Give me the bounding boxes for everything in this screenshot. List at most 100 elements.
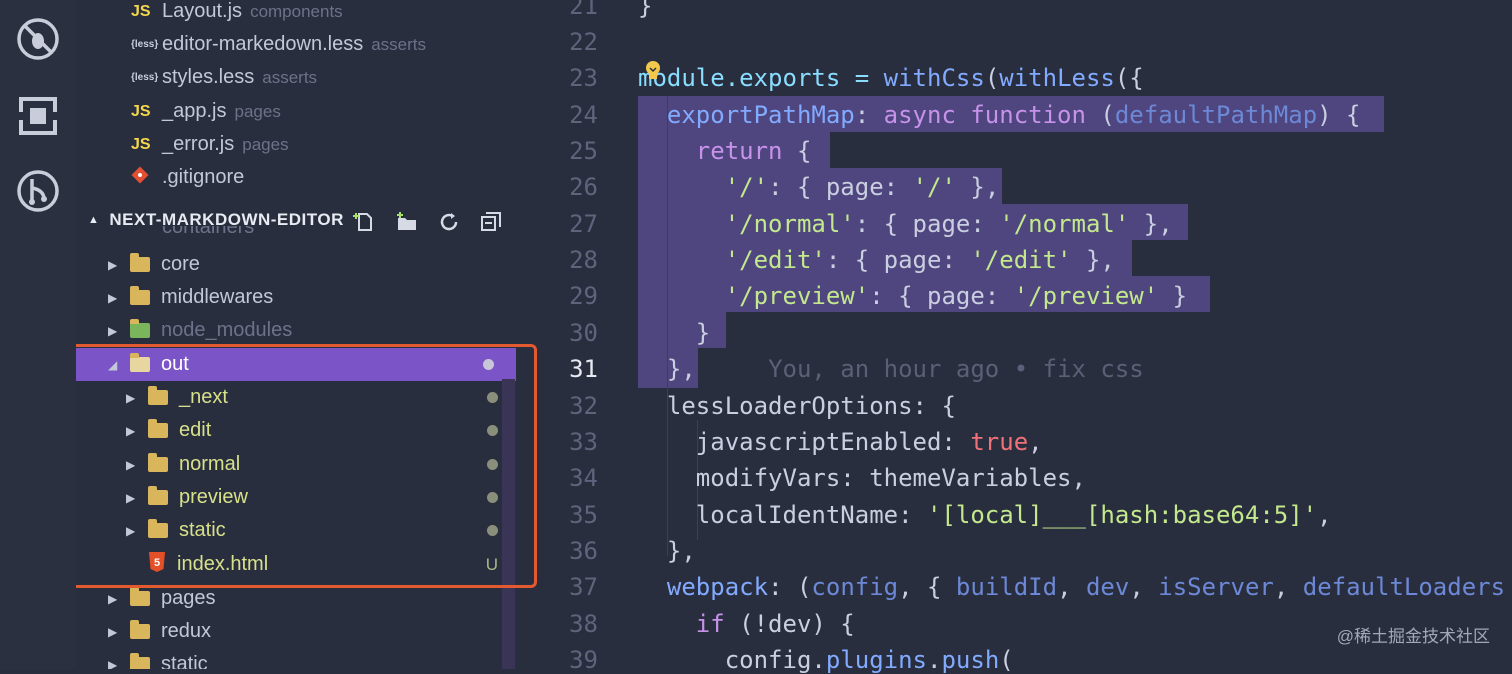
git-status-dot — [487, 492, 498, 503]
file-item[interactable]: JS _app.js pages — [131, 95, 554, 128]
code-token: } — [638, 0, 653, 20]
file-item[interactable]: {less} styles.less asserts — [131, 61, 554, 94]
folder-icon — [130, 587, 150, 606]
code-token: '/normal' — [999, 210, 1130, 238]
collapse-arrow-icon: ▲ — [88, 214, 100, 226]
activity-bar — [0, 0, 76, 669]
svg-text:5: 5 — [154, 557, 160, 569]
file-item[interactable]: JS Layout.js components — [131, 0, 554, 28]
tree-folder[interactable]: ▶ normal — [126, 448, 498, 481]
code-token: defaultPathMap — [1114, 101, 1318, 129]
tree-folder[interactable]: ▶ _next — [126, 381, 498, 414]
line-number: 36 — [569, 537, 598, 565]
line-number: 26 — [569, 173, 598, 201]
line-number: 33 — [569, 428, 598, 456]
code-token: '/edit' — [970, 246, 1072, 274]
code-token: ({ — [1114, 64, 1144, 92]
expand-arrow-icon: ▶ — [126, 457, 136, 472]
tree-folder[interactable]: ▶ edit — [126, 414, 498, 447]
tree-file[interactable]: 5 index.html U — [148, 548, 498, 581]
tree-folder[interactable]: ▶ pages — [108, 582, 548, 615]
line-number: 37 — [569, 573, 598, 601]
expand-arrow-icon: ▶ — [108, 657, 118, 670]
code-line: if (!dev) { — [638, 610, 855, 638]
code-token: lessLoaderOptions: { — [666, 392, 956, 420]
tree-item-partial: containers — [131, 226, 554, 238]
line-number: 28 — [569, 246, 598, 274]
folder-name: middlewares — [161, 286, 274, 308]
code-token: , — [1273, 573, 1303, 601]
code-token: isServer — [1158, 573, 1274, 601]
code-token: push — [941, 646, 1000, 674]
line-number: 21 — [569, 0, 598, 20]
file-name: index.html — [177, 553, 269, 575]
code-token: : ( — [768, 573, 812, 601]
code-line: lessLoaderOptions: { — [638, 392, 956, 420]
code-token: , — [1317, 501, 1332, 529]
folder-icon — [148, 386, 168, 405]
code-token: localIdentName: — [695, 501, 927, 529]
folder-name: static — [179, 519, 226, 541]
file-item[interactable]: JS _error.js pages — [131, 128, 554, 161]
code-line: config.plugins.push( — [638, 646, 1014, 674]
tree-folder[interactable]: ▶ core — [108, 248, 548, 281]
code-line: '/edit': { page: '/edit' }, — [638, 246, 1115, 274]
file-description: components — [250, 1, 343, 21]
folder-icon — [148, 453, 168, 472]
code-line: } — [638, 0, 652, 20]
code-token: dev — [1085, 573, 1130, 601]
tree-folder[interactable]: ▶ static — [126, 514, 498, 547]
html5-icon: 5 — [148, 551, 166, 578]
code-line: javascriptEnabled: true, — [638, 428, 1043, 456]
folder-name: edit — [179, 419, 212, 441]
code-editor[interactable]: 21 22 23 24 25 26 27 28 29 30 31 32 33 3… — [554, 0, 1512, 674]
code-token: }, — [1129, 210, 1173, 238]
code-line: } — [638, 319, 710, 347]
folder-icon — [130, 253, 150, 272]
source-control-icon[interactable] — [15, 168, 61, 214]
expand-arrow-icon: ▶ — [126, 390, 136, 405]
debug-icon[interactable] — [15, 16, 61, 62]
folder-name: redux — [161, 620, 212, 642]
code-token: }, — [666, 355, 696, 383]
folder-name: preview — [179, 486, 248, 508]
line-number: 35 — [569, 501, 598, 529]
code-token: withLess — [999, 64, 1115, 92]
tree-folder[interactable]: ▶ redux — [108, 615, 548, 648]
code-token: (!dev) { — [724, 610, 855, 638]
line-number: 30 — [569, 319, 598, 347]
expand-arrow-icon: ▶ — [108, 257, 118, 272]
code-line: return { — [638, 137, 812, 165]
line-number-active: 31 — [569, 355, 598, 383]
code-token: : { page: — [768, 173, 913, 201]
code-token: '[local]___[hash:base64:5]' — [926, 501, 1318, 529]
code-token: withCss — [883, 64, 985, 92]
tree-folder-selected[interactable]: ◢ out — [76, 348, 516, 381]
code-token: . — [927, 646, 942, 674]
line-number: 22 — [569, 28, 598, 56]
line-number: 29 — [569, 282, 598, 310]
git-status-dot — [483, 359, 494, 370]
folder-icon — [148, 519, 168, 538]
code-token: }, — [955, 173, 1000, 201]
lightbulb-icon[interactable] — [644, 60, 662, 87]
code-token: defaultLoaders — [1302, 573, 1506, 601]
extensions-icon[interactable] — [15, 93, 61, 139]
tree-folder[interactable]: ▶ node_modules — [108, 314, 548, 347]
sidebar-scrollbar[interactable] — [502, 379, 515, 669]
file-item[interactable]: {less} editor-markedown.less asserts — [131, 28, 554, 61]
tree-folder[interactable]: ▶ static — [108, 648, 548, 669]
file-name: .gitignore — [162, 166, 245, 188]
line-number: 34 — [569, 464, 598, 492]
explorer-sidebar: JS Layout.js components {less} editor-ma… — [76, 0, 554, 669]
code-line: module.exports = withCss(withLess({ — [638, 64, 1144, 92]
folder-name: node_modules — [161, 319, 293, 341]
tree-folder[interactable]: ▶ preview — [126, 481, 498, 514]
file-item[interactable]: .gitignore — [131, 161, 554, 194]
line-number: 24 — [569, 101, 598, 129]
folder-name: out — [161, 353, 189, 375]
code-token: exportPathMap — [666, 101, 855, 129]
code-token: : { page: — [854, 210, 1000, 238]
tree-folder[interactable]: ▶ middlewares — [108, 281, 548, 314]
file-name: _app.js — [162, 100, 227, 122]
